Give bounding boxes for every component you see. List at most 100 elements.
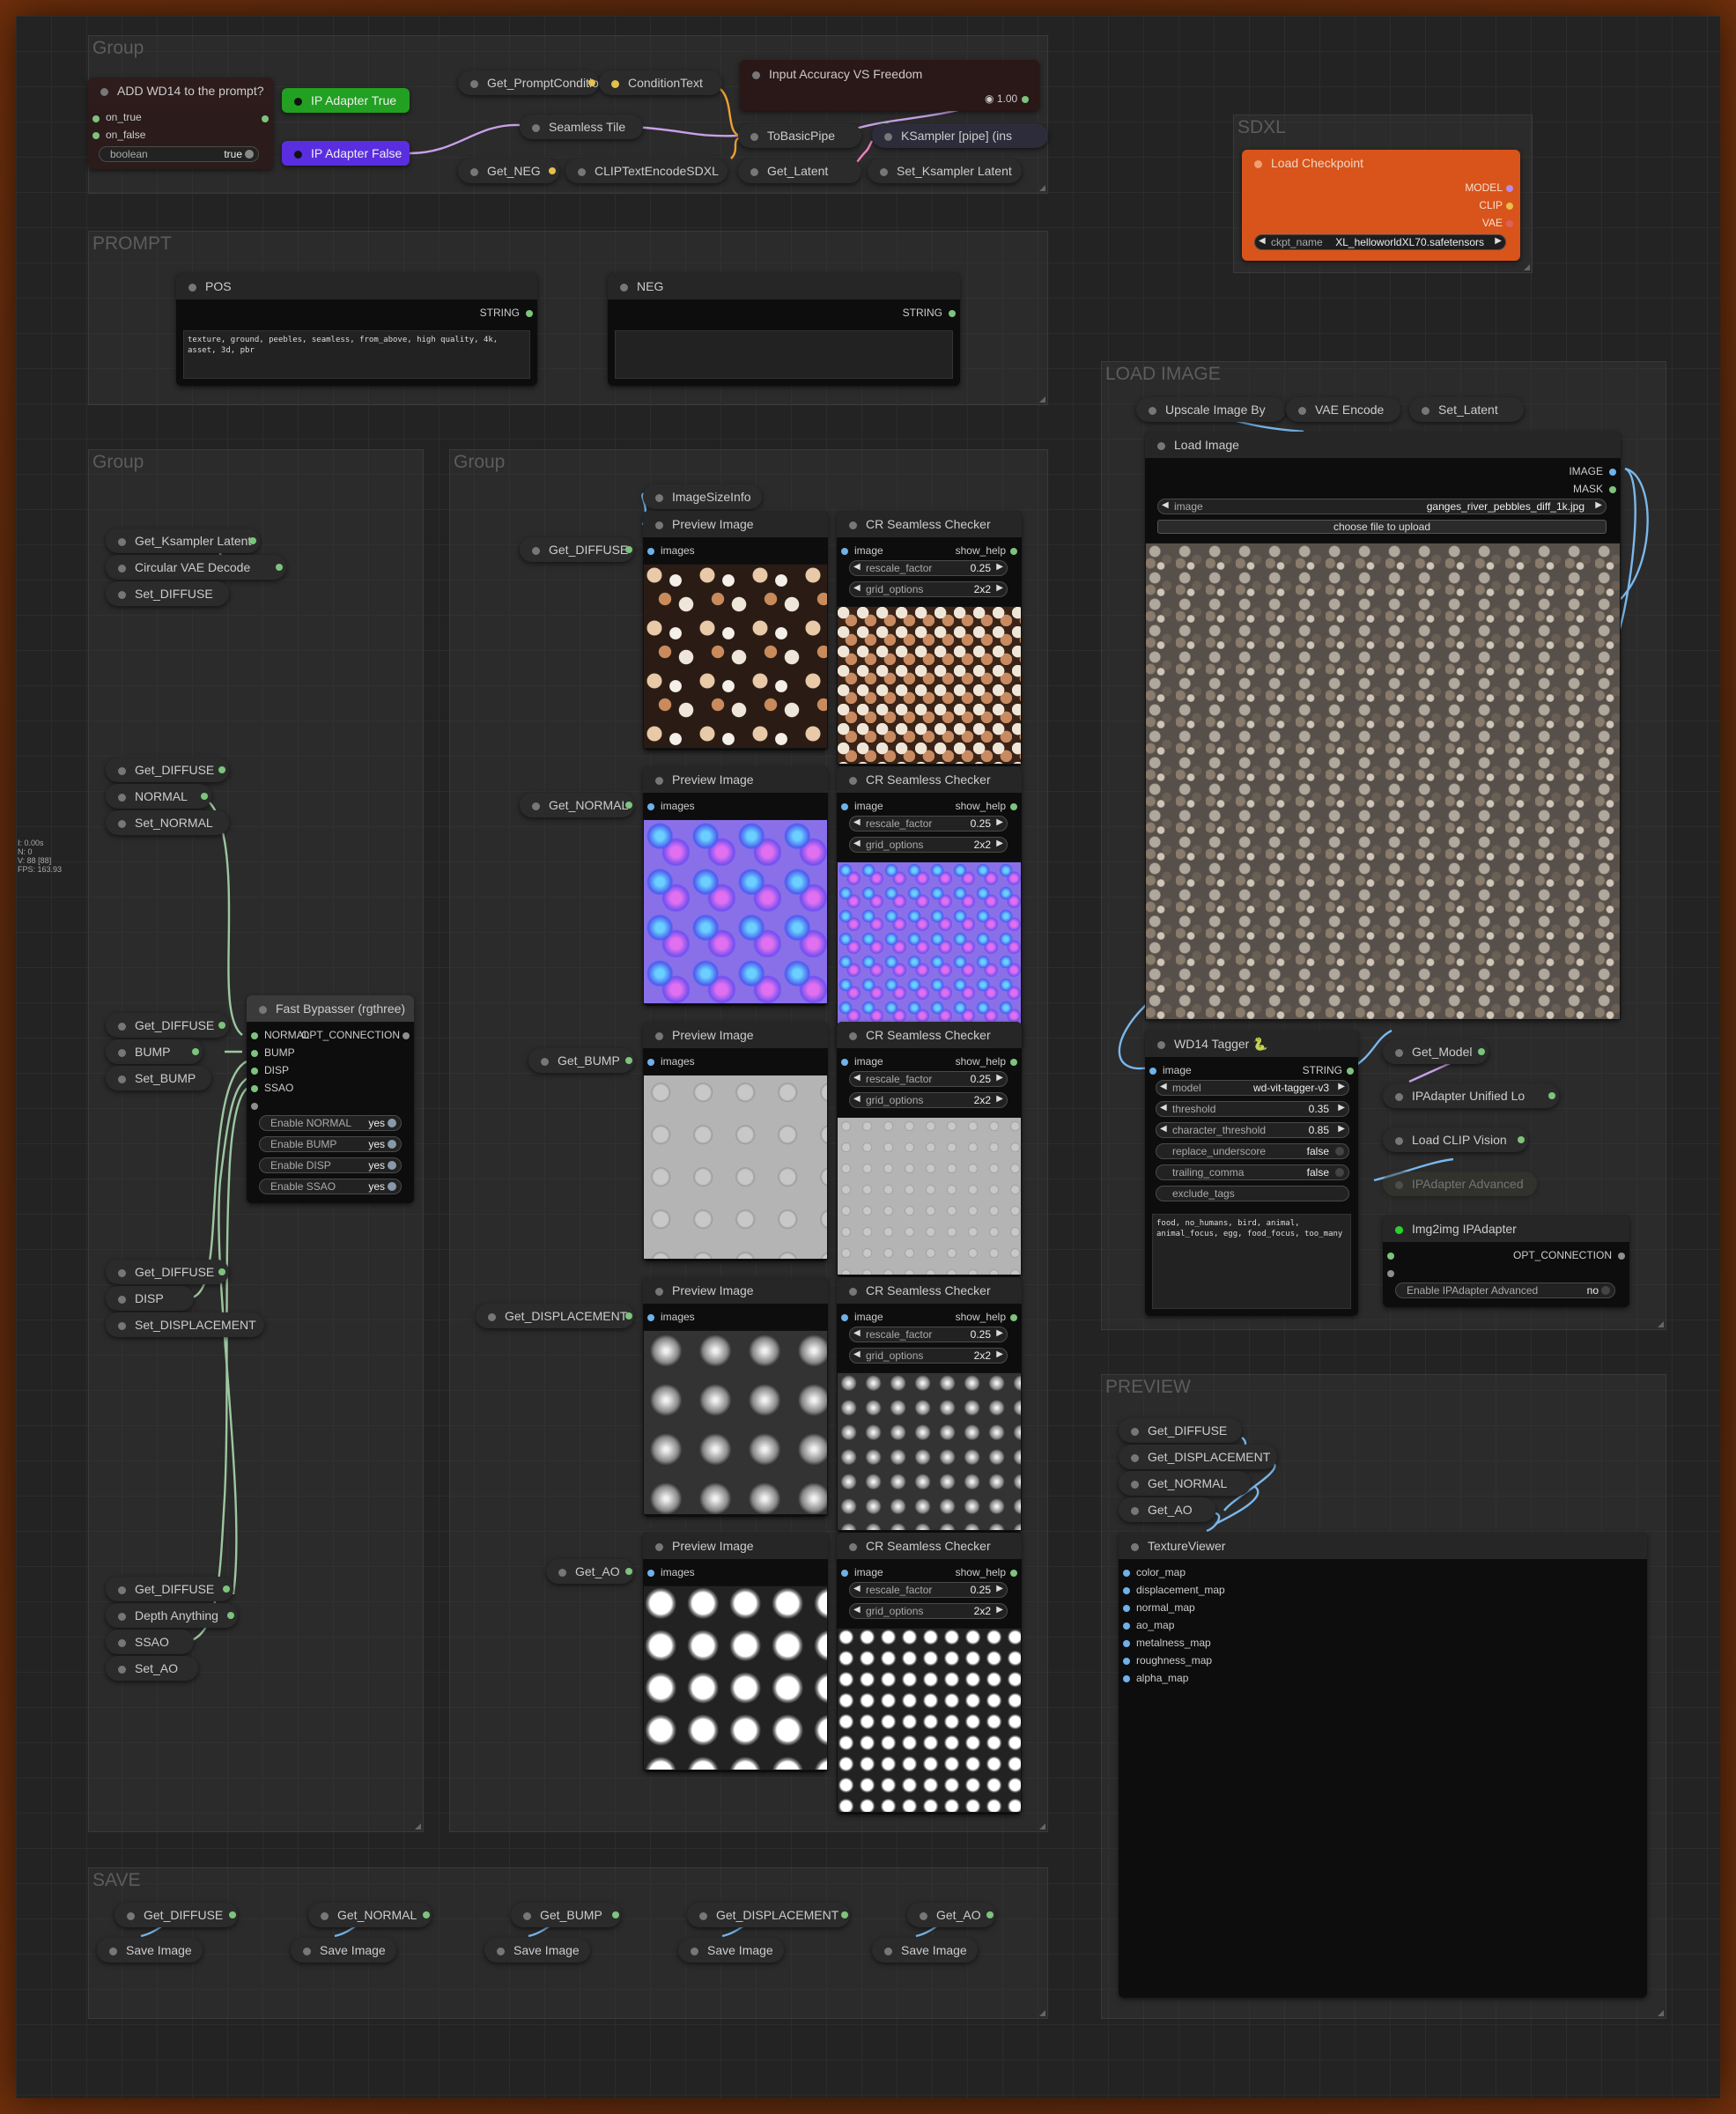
arrow-left-icon[interactable]: ◀	[853, 562, 861, 572]
socket[interactable]	[612, 1911, 619, 1918]
arrow-right-icon[interactable]: ▶	[1495, 236, 1502, 246]
choose-file-button[interactable]: choose file to upload	[1157, 520, 1607, 534]
collapse-dot-icon[interactable]	[118, 590, 126, 599]
socket[interactable]	[647, 1570, 654, 1577]
socket[interactable]	[1022, 96, 1029, 103]
neg-prompt-node[interactable]: NEG STRING	[608, 273, 960, 386]
toggle-knob-icon[interactable]	[1335, 1147, 1344, 1156]
collapse-dot-icon[interactable]	[655, 1542, 663, 1551]
get-diffuse-node[interactable]: Get_DIFFUSE	[106, 1260, 229, 1284]
arrow-right-icon[interactable]: ▶	[996, 1584, 1003, 1593]
neg-prompt-text[interactable]	[615, 330, 953, 379]
get-displacement-node[interactable]: Get_DISPLACEMENT	[476, 1304, 634, 1328]
img2img-ipadapter-node[interactable]: Img2img IPAdapter OPT_CONNECTION Enable …	[1383, 1216, 1629, 1307]
load-clip-vision-node[interactable]: Load CLIP Vision	[1383, 1127, 1528, 1152]
arrow-right-icon[interactable]: ▶	[996, 1073, 1003, 1083]
socket[interactable]	[251, 1032, 258, 1039]
collapse-dot-icon[interactable]	[118, 564, 126, 573]
set-normal-node[interactable]: Set_NORMAL	[106, 810, 229, 835]
collapse-dot-icon[interactable]	[127, 1911, 135, 1920]
arrow-right-icon[interactable]: ▶	[996, 1094, 1003, 1104]
get-prompt-node[interactable]: Get_PromptConditio	[458, 70, 599, 95]
collapse-dot-icon[interactable]	[118, 1586, 126, 1594]
collapse-dot-icon[interactable]	[1157, 1040, 1165, 1049]
resize-handle-icon[interactable]	[415, 1823, 421, 1829]
rescale-factor-widget[interactable]: ◀ rescale_factor 0.25 ▶	[849, 560, 1008, 576]
collapse-dot-icon[interactable]	[294, 97, 302, 106]
node-header[interactable]: Preview Image	[643, 1533, 828, 1559]
arrow-left-icon[interactable]: ◀	[853, 839, 861, 848]
collapse-dot-icon[interactable]	[118, 537, 126, 546]
socket[interactable]	[1123, 1570, 1130, 1577]
socket[interactable]	[549, 167, 556, 174]
socket[interactable]	[223, 1586, 230, 1593]
collapse-dot-icon[interactable]	[470, 167, 478, 176]
socket[interactable]	[1609, 486, 1616, 493]
collapse-dot-icon[interactable]	[1395, 1048, 1403, 1057]
node-header[interactable]: Img2img IPAdapter	[1383, 1216, 1629, 1242]
socket[interactable]	[1123, 1622, 1130, 1630]
rescale-factor-widget[interactable]: ◀ rescale_factor 0.25 ▶	[849, 816, 1008, 832]
preview-image-ao[interactable]: Preview Image images	[643, 1533, 828, 1772]
get-diffuse-node[interactable]: Get_DIFFUSE	[106, 1577, 233, 1601]
collapse-dot-icon[interactable]	[497, 1947, 505, 1955]
toggle-enable-disp[interactable]: Enable DISP yes	[259, 1157, 402, 1173]
collapse-dot-icon[interactable]	[532, 123, 540, 132]
toggle-enable-bump[interactable]: Enable BUMP yes	[259, 1136, 402, 1152]
preview-image-diffuse[interactable]: Preview Image images	[643, 511, 828, 750]
socket[interactable]	[218, 1268, 225, 1275]
character-threshold-widget[interactable]: ◀ character_threshold 0.85 ▶	[1156, 1122, 1349, 1138]
collapse-dot-icon[interactable]	[470, 79, 478, 88]
socket[interactable]	[625, 1568, 632, 1575]
socket[interactable]	[1010, 1059, 1017, 1066]
socket[interactable]	[1506, 220, 1513, 227]
toggle-knob-icon[interactable]	[388, 1119, 396, 1127]
tagger-output-text[interactable]: food, no_humans, bird, animal, animal_fo…	[1152, 1214, 1351, 1309]
get-model-node[interactable]: Get_Model	[1383, 1039, 1489, 1064]
collapse-dot-icon[interactable]	[1131, 1542, 1139, 1551]
preview-get-ao-node[interactable]: Get_AO	[1119, 1497, 1215, 1522]
resize-handle-icon[interactable]	[1658, 2010, 1664, 2016]
rescale-factor-widget[interactable]: ◀ rescale_factor 0.25 ▶	[849, 1071, 1008, 1087]
resize-handle-icon[interactable]	[1039, 2010, 1045, 2016]
collapse-dot-icon[interactable]	[188, 283, 196, 292]
seamless-checker-normal[interactable]: CR Seamless Checker image show_help ◀ res…	[837, 766, 1022, 1048]
save-get-bump-node[interactable]: Get_BUMP	[511, 1903, 621, 1927]
collapse-dot-icon[interactable]	[920, 1911, 927, 1920]
socket[interactable]	[625, 546, 632, 553]
socket[interactable]	[251, 1050, 258, 1057]
node-header[interactable]: CR Seamless Checker	[837, 1277, 1022, 1304]
ipadapter-advanced-node[interactable]: IPAdapter Advanced	[1383, 1172, 1537, 1196]
collapse-dot-icon[interactable]	[532, 802, 540, 810]
socket[interactable]	[1010, 1314, 1017, 1321]
set-ao-node[interactable]: Set_AO	[106, 1656, 198, 1681]
collapse-dot-icon[interactable]	[1298, 406, 1306, 415]
save-image-node[interactable]: Save Image	[291, 1938, 396, 1962]
collapse-dot-icon[interactable]	[118, 1022, 126, 1031]
resize-handle-icon[interactable]	[1039, 396, 1045, 403]
set-latent-node[interactable]: Set_Latent	[1409, 397, 1524, 422]
collapse-dot-icon[interactable]	[488, 1312, 496, 1321]
socket[interactable]	[403, 1032, 410, 1039]
socket[interactable]	[526, 310, 533, 317]
fast-bypasser-node[interactable]: Fast Bypasser (rgthree) NORMAL OPT_CONNE…	[247, 995, 414, 1203]
socket[interactable]	[986, 1911, 994, 1918]
node-header[interactable]: POS	[176, 273, 537, 299]
socket[interactable]	[192, 1048, 199, 1055]
socket[interactable]	[949, 310, 956, 317]
socket[interactable]	[1010, 548, 1017, 555]
vae-encode-node[interactable]: VAE Encode	[1286, 397, 1400, 422]
arrow-right-icon[interactable]: ▶	[996, 1328, 1003, 1338]
collapse-dot-icon[interactable]	[118, 819, 126, 828]
image-size-info-node[interactable]: ImageSizeInfo	[643, 484, 762, 509]
threshold-widget[interactable]: ◀ threshold 0.35 ▶	[1156, 1101, 1349, 1117]
socket[interactable]	[92, 115, 100, 122]
collapse-dot-icon[interactable]	[118, 793, 126, 802]
arrow-left-icon[interactable]: ◀	[853, 1328, 861, 1338]
resize-handle-icon[interactable]	[1039, 1823, 1045, 1829]
arrow-right-icon[interactable]: ▶	[996, 1605, 1003, 1615]
collapse-dot-icon[interactable]	[118, 1665, 126, 1674]
collapse-dot-icon[interactable]	[691, 1947, 698, 1955]
collapse-dot-icon[interactable]	[849, 776, 857, 785]
socket[interactable]	[841, 548, 848, 555]
